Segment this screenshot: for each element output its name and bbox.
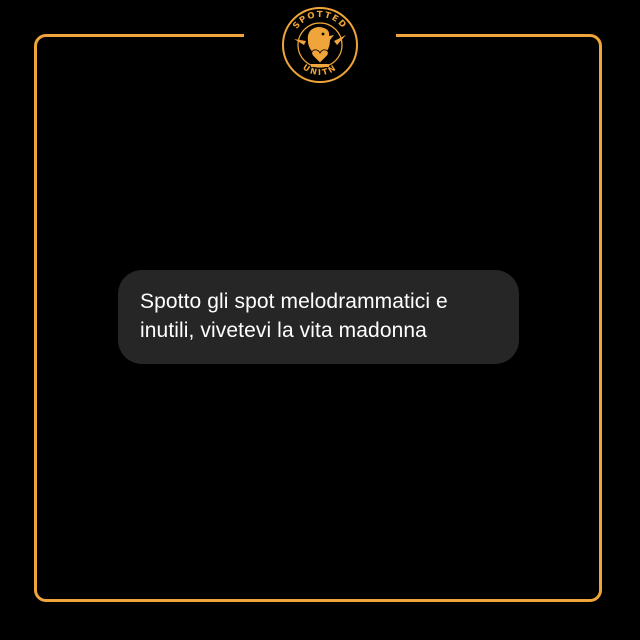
post-canvas: SPOTTED UNITN Spotto gli spot melodramma… xyxy=(0,0,640,640)
message-line-1: Spotto gli spot melodrammatici e xyxy=(140,290,448,313)
message-line-2: inutili, vivetevi la vita madonna xyxy=(140,319,427,342)
message-bubble: Spotto gli spot melodrammatici e inutili… xyxy=(118,270,519,364)
spotted-unitn-logo-icon: SPOTTED UNITN xyxy=(282,7,358,83)
